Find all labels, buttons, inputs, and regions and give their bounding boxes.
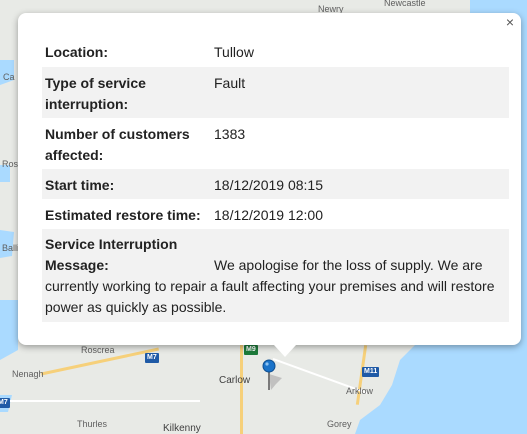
label-location: Location: [45,44,108,60]
label-customers: Number of customers affected: [45,126,190,163]
town-arklow: Arklow [346,386,374,396]
location-pin-icon[interactable] [262,358,284,394]
value-restore-time: 18/12/2019 12:00 [214,207,323,223]
label-restore-time: Estimated restore time: [45,207,201,223]
shield-m9: M9 [244,345,258,355]
row-message: Service Interruption Message: We apologise… [42,229,509,322]
town-nenagh: Nenagh [12,369,44,379]
label-start-time: Start time: [45,177,115,193]
shield-m11: M11 [362,367,380,377]
close-icon[interactable]: × [503,15,517,29]
info-table: Location: Tullow Type of service interru… [42,36,509,322]
road-m9 [240,345,243,434]
town-ros: Ros [2,159,19,169]
town-gorey: Gorey [327,419,352,429]
label-type: Type of service interruption: [45,75,146,112]
town-thurles: Thurles [77,419,108,429]
town-carlow: Carlow [219,375,251,386]
town-kilkenny: Kilkenny [163,423,201,434]
row-restore-time: Estimated restore time: 18/12/2019 12:00 [42,199,509,229]
value-type: Fault [214,75,246,91]
road-minor [0,400,200,402]
label-message-line1: Service Interruption [45,236,178,252]
row-type: Type of service interruption: Fault [42,67,509,118]
value-start-time: 18/12/2019 08:15 [214,177,323,193]
label-message-line2: Message: [45,257,109,273]
popup-tail [274,345,296,357]
town-roscrea: Roscrea [81,345,115,355]
shield-m7-west: M7 [0,398,10,408]
town-ca: Ca [3,72,15,82]
shield-m7: M7 [145,353,159,363]
town-newcastle: Newcastle [384,0,426,8]
value-location: Tullow [214,44,254,60]
row-location: Location: Tullow [42,36,509,67]
town-balli: Balli [2,243,20,253]
row-start-time: Start time: 18/12/2019 08:15 [42,169,509,199]
row-customers: Number of customers affected: 1383 [42,118,509,169]
value-customers: 1383 [214,126,246,142]
info-popup: × Location: Tullow Type of service inter… [18,13,521,357]
